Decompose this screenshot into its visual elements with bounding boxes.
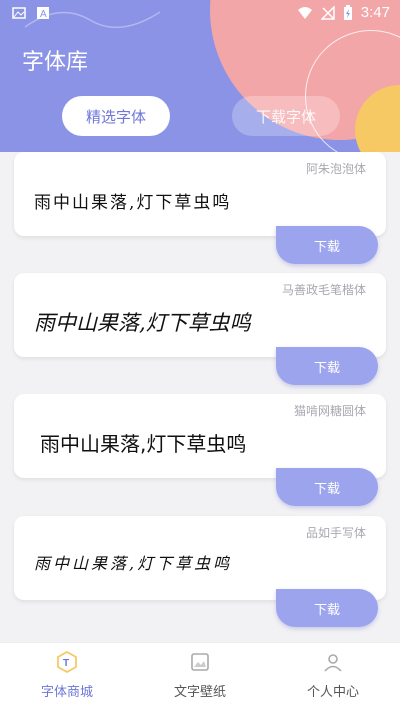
signal-off-icon bbox=[320, 5, 335, 20]
font-preview: 雨中山果落,灯下草虫鸣 bbox=[34, 311, 251, 335]
font-name: 品如手写体 bbox=[305, 526, 366, 540]
download-button[interactable]: 下载 bbox=[276, 226, 378, 264]
tab-downloaded-fonts[interactable]: 下载字体 bbox=[232, 96, 340, 136]
font-notification-icon: A bbox=[37, 7, 49, 20]
font-preview: 雨中山果落,灯下草虫鸣 bbox=[34, 193, 232, 213]
bottom-nav: T 字体商城 文字壁纸 个人中心 bbox=[0, 642, 400, 712]
nav-label: 文字壁纸 bbox=[173, 685, 226, 700]
nav-label: 字体商城 bbox=[40, 685, 93, 700]
page-title: 字体库 bbox=[22, 50, 89, 75]
profile-icon bbox=[324, 654, 342, 672]
wifi-icon bbox=[297, 6, 312, 19]
status-time: 3:47 bbox=[360, 4, 390, 21]
font-card[interactable]: 猫啃网糖圆体 雨中山果落,灯下草虫鸣 bbox=[14, 394, 386, 478]
font-preview: 雨中山果落,灯下草虫鸣 bbox=[40, 432, 247, 456]
nav-profile[interactable]: 个人中心 bbox=[273, 651, 393, 700]
download-button[interactable]: 下载 bbox=[276, 347, 378, 385]
nav-text-wallpaper[interactable]: 文字壁纸 bbox=[140, 651, 260, 700]
font-name: 猫啃网糖圆体 bbox=[293, 404, 366, 418]
battery-charging-icon bbox=[343, 4, 352, 20]
svg-text:A: A bbox=[40, 9, 47, 20]
font-store-icon: T bbox=[57, 650, 77, 674]
wallpaper-icon bbox=[191, 653, 209, 671]
font-card[interactable]: 阿朱泡泡体 雨中山果落,灯下草虫鸣 bbox=[14, 152, 386, 236]
nav-font-store[interactable]: T 字体商城 bbox=[7, 650, 127, 700]
tab-featured-fonts[interactable]: 精选字体 bbox=[62, 96, 170, 136]
download-button[interactable]: 下载 bbox=[276, 468, 378, 506]
status-bar: A 3:47 bbox=[0, 0, 400, 28]
font-preview: 雨中山果落,灯下草虫鸣 bbox=[34, 554, 233, 573]
font-card[interactable]: 马善政毛笔楷体 雨中山果落,灯下草虫鸣 bbox=[14, 273, 386, 357]
download-button[interactable]: 下载 bbox=[276, 589, 378, 627]
font-name: 马善政毛笔楷体 bbox=[281, 283, 366, 297]
font-name: 阿朱泡泡体 bbox=[305, 162, 366, 176]
svg-text:T: T bbox=[63, 658, 69, 669]
nav-label: 个人中心 bbox=[306, 685, 359, 700]
image-notification-icon bbox=[12, 7, 26, 19]
font-card[interactable]: 品如手写体 雨中山果落,灯下草虫鸣 bbox=[14, 516, 386, 600]
